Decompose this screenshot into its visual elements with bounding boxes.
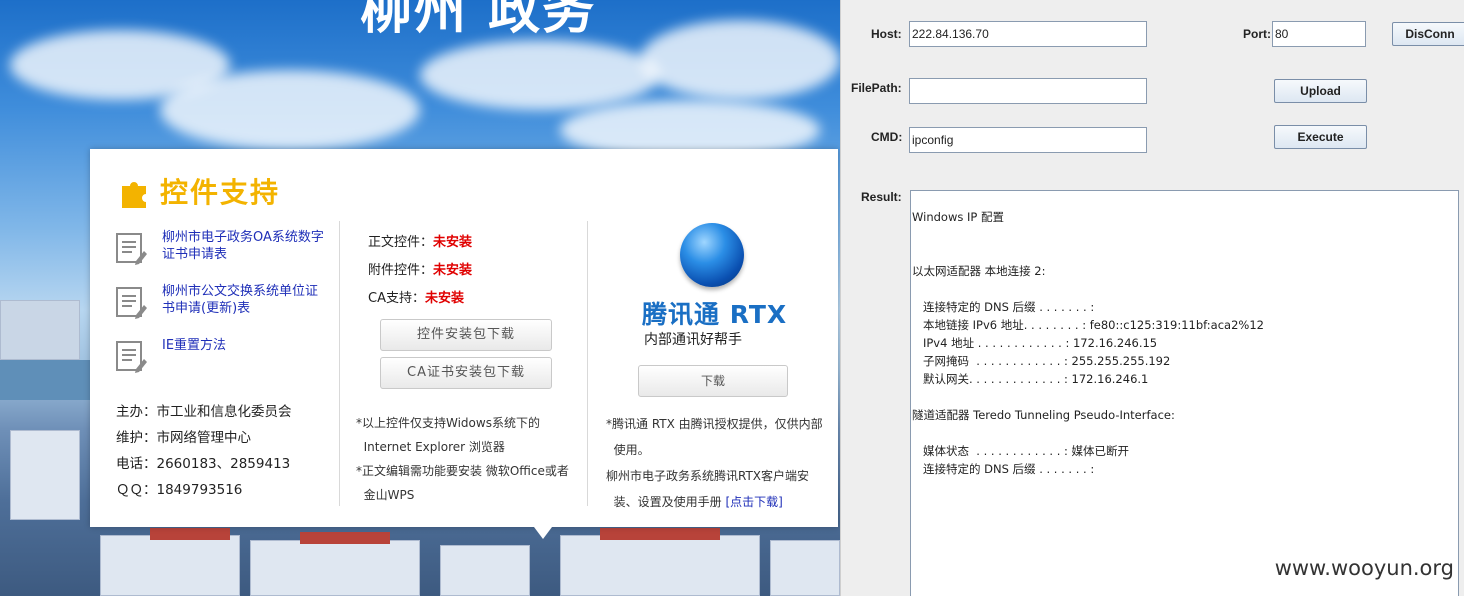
host-input[interactable] <box>909 21 1147 47</box>
phone-text: 电话：2660183、2859413 <box>116 456 291 472</box>
note-line: *以上控件仅支持Widows系统下的 <box>356 416 540 430</box>
result-line: 子网掩码 . . . . . . . . . . . . : 255.255.2… <box>912 354 1171 368</box>
status-value: 未安装 <box>433 263 473 278</box>
building <box>440 545 530 596</box>
status-value: 未安装 <box>424 291 464 306</box>
note-line: Internet Explorer 浏览器 <box>356 440 505 454</box>
document-icon <box>116 341 147 373</box>
control-support-panel: 控件支持 柳州市电子政务OA系统数字证书申请表 柳州市公文交换系统单位证书申请(… <box>90 149 838 539</box>
webshell-tool-window: Host: Port: DisConn FilePath: Upload CMD… <box>840 0 1464 596</box>
note-line: 金山WPS <box>356 488 415 502</box>
rtx-subtitle: 内部通讯好帮手 <box>644 332 742 348</box>
puzzle-icon <box>122 182 146 208</box>
note-line: *正文编辑需功能要安装 微软Office或者 <box>356 464 569 478</box>
building <box>770 540 840 596</box>
building <box>560 535 760 596</box>
result-line <box>912 388 1458 406</box>
status-label: 正文控件： <box>368 235 434 250</box>
host-label: Host: <box>871 27 902 41</box>
link-label: 柳州市电子政务OA系统数字证书申请表 <box>162 230 324 262</box>
result-line <box>912 226 1458 244</box>
document-icon <box>116 233 147 265</box>
watermark: www.wooyun.org <box>1272 556 1456 580</box>
result-line: 以太网适配器 本地连接 2: <box>912 264 1046 278</box>
cloud <box>160 70 420 150</box>
note-line: 柳州市电子政务系统腾讯RTX客户端安 <box>606 469 810 483</box>
result-line: 连接特定的 DNS 后缀 . . . . . . . : <box>912 462 1095 476</box>
port-label: Port: <box>1243 27 1271 41</box>
result-line: Windows IP 配置 <box>912 210 1004 224</box>
filepath-label: FilePath: <box>851 81 902 95</box>
sponsor-text: 主办：市工业和信息化委员会 <box>116 404 292 420</box>
execute-button[interactable]: Execute <box>1274 125 1367 149</box>
panel-title: 控件支持 <box>160 176 281 209</box>
result-line <box>912 424 1458 442</box>
status-label: CA支持： <box>368 291 425 306</box>
panel-header: 控件支持 <box>118 171 280 211</box>
note-line: 使用。 <box>606 443 650 457</box>
links-column: 柳州市电子政务OA系统数字证书申请表 柳州市公文交换系统单位证书申请(更新)表 <box>114 229 330 391</box>
cmd-input[interactable] <box>909 127 1147 153</box>
rtx-notes: *腾讯通 RTX 由腾讯授权提供，仅供内部 使用。 柳州市电子政务系统腾讯RTX… <box>606 411 838 515</box>
note-text: 装、设置及使用手册 <box>606 495 726 509</box>
cmd-label: CMD: <box>871 130 903 144</box>
river <box>0 360 100 400</box>
result-line: IPv4 地址 . . . . . . . . . . . . : 172.16… <box>912 336 1158 350</box>
result-textarea[interactable]: Windows IP 配置 以太网适配器 本地连接 2: 连接特定的 DNS 后… <box>910 190 1459 596</box>
contact-info: 主办：市工业和信息化委员会 维护：市网络管理中心 电话：2660183、2859… <box>116 399 292 503</box>
status-attach-control: 附件控件：未安装 <box>368 257 578 285</box>
link-label: 柳州市公文交换系统单位证书申请(更新)表 <box>162 284 319 316</box>
maintainer-text: 维护：市网络管理中心 <box>116 430 251 446</box>
result-line: 本地链接 IPv6 地址. . . . . . . . : fe80::c125… <box>912 318 1264 332</box>
result-line: 连接特定的 DNS 后缀 . . . . . . . : <box>912 300 1095 314</box>
cloud <box>420 40 660 110</box>
status-value: 未安装 <box>433 235 473 250</box>
ca-package-download-button[interactable]: CA证书安装包下载 <box>380 357 552 389</box>
rtx-manual-download-link[interactable]: [点击下载] <box>725 495 782 509</box>
building <box>100 535 240 596</box>
note-line: 装、设置及使用手册 [点击下载] <box>606 489 838 515</box>
disconnect-button[interactable]: DisConn <box>1392 22 1464 46</box>
document-icon <box>116 287 147 319</box>
building <box>250 540 420 596</box>
control-package-download-button[interactable]: 控件安装包下载 <box>380 319 552 351</box>
rtx-name: 腾讯通 RTX <box>642 300 788 329</box>
note-line: *腾讯通 RTX 由腾讯授权提供，仅供内部 <box>606 417 823 431</box>
port-input[interactable] <box>1272 21 1366 47</box>
cloud <box>640 20 840 100</box>
link-exchange-cert-form[interactable]: 柳州市公文交换系统单位证书申请(更新)表 <box>114 283 330 319</box>
result-line: 媒体状态 . . . . . . . . . . . . : 媒体已断开 <box>912 444 1130 458</box>
status-label: 附件控件： <box>368 263 434 278</box>
controls-notes: *以上控件仅支持Widows系统下的 Internet Explorer 浏览器… <box>356 411 586 507</box>
webpage-area: 柳州 政务 控件支持 柳州市电子政务OA系统数字证书申请表 柳州市公文交换系统单… <box>0 0 840 596</box>
roof <box>150 528 230 540</box>
upload-button[interactable]: Upload <box>1274 79 1367 103</box>
rtx-logo-icon <box>680 223 744 287</box>
rtx-download-button[interactable]: 下载 <box>638 365 788 397</box>
result-line: 默认网关. . . . . . . . . . . . . : 172.16.2… <box>912 372 1149 386</box>
divider <box>339 221 340 506</box>
panel-pointer <box>534 527 552 539</box>
controls-column: 正文控件：未安装 附件控件：未安装 CA支持：未安装 控件安装包下载 CA证书安… <box>368 229 578 389</box>
filepath-input[interactable] <box>909 78 1147 104</box>
result-line <box>912 280 1458 298</box>
status-body-control: 正文控件：未安装 <box>368 229 578 257</box>
link-oa-cert-form[interactable]: 柳州市电子政务OA系统数字证书申请表 <box>114 229 330 265</box>
link-ie-reset[interactable]: IE重置方法 <box>114 337 330 373</box>
link-label: IE重置方法 <box>162 338 227 353</box>
result-line <box>912 244 1458 262</box>
building <box>0 300 80 360</box>
roof <box>600 528 720 540</box>
building <box>10 430 80 520</box>
divider <box>587 221 588 506</box>
status-ca-support: CA支持：未安装 <box>368 285 578 313</box>
result-line: 隧道适配器 Teredo Tunneling Pseudo-Interface: <box>912 408 1175 422</box>
roof <box>300 532 390 544</box>
qq-text: ＱＱ：1849793516 <box>116 482 243 498</box>
banner-title: 柳州 政务 <box>360 0 597 41</box>
result-label: Result: <box>861 190 902 204</box>
